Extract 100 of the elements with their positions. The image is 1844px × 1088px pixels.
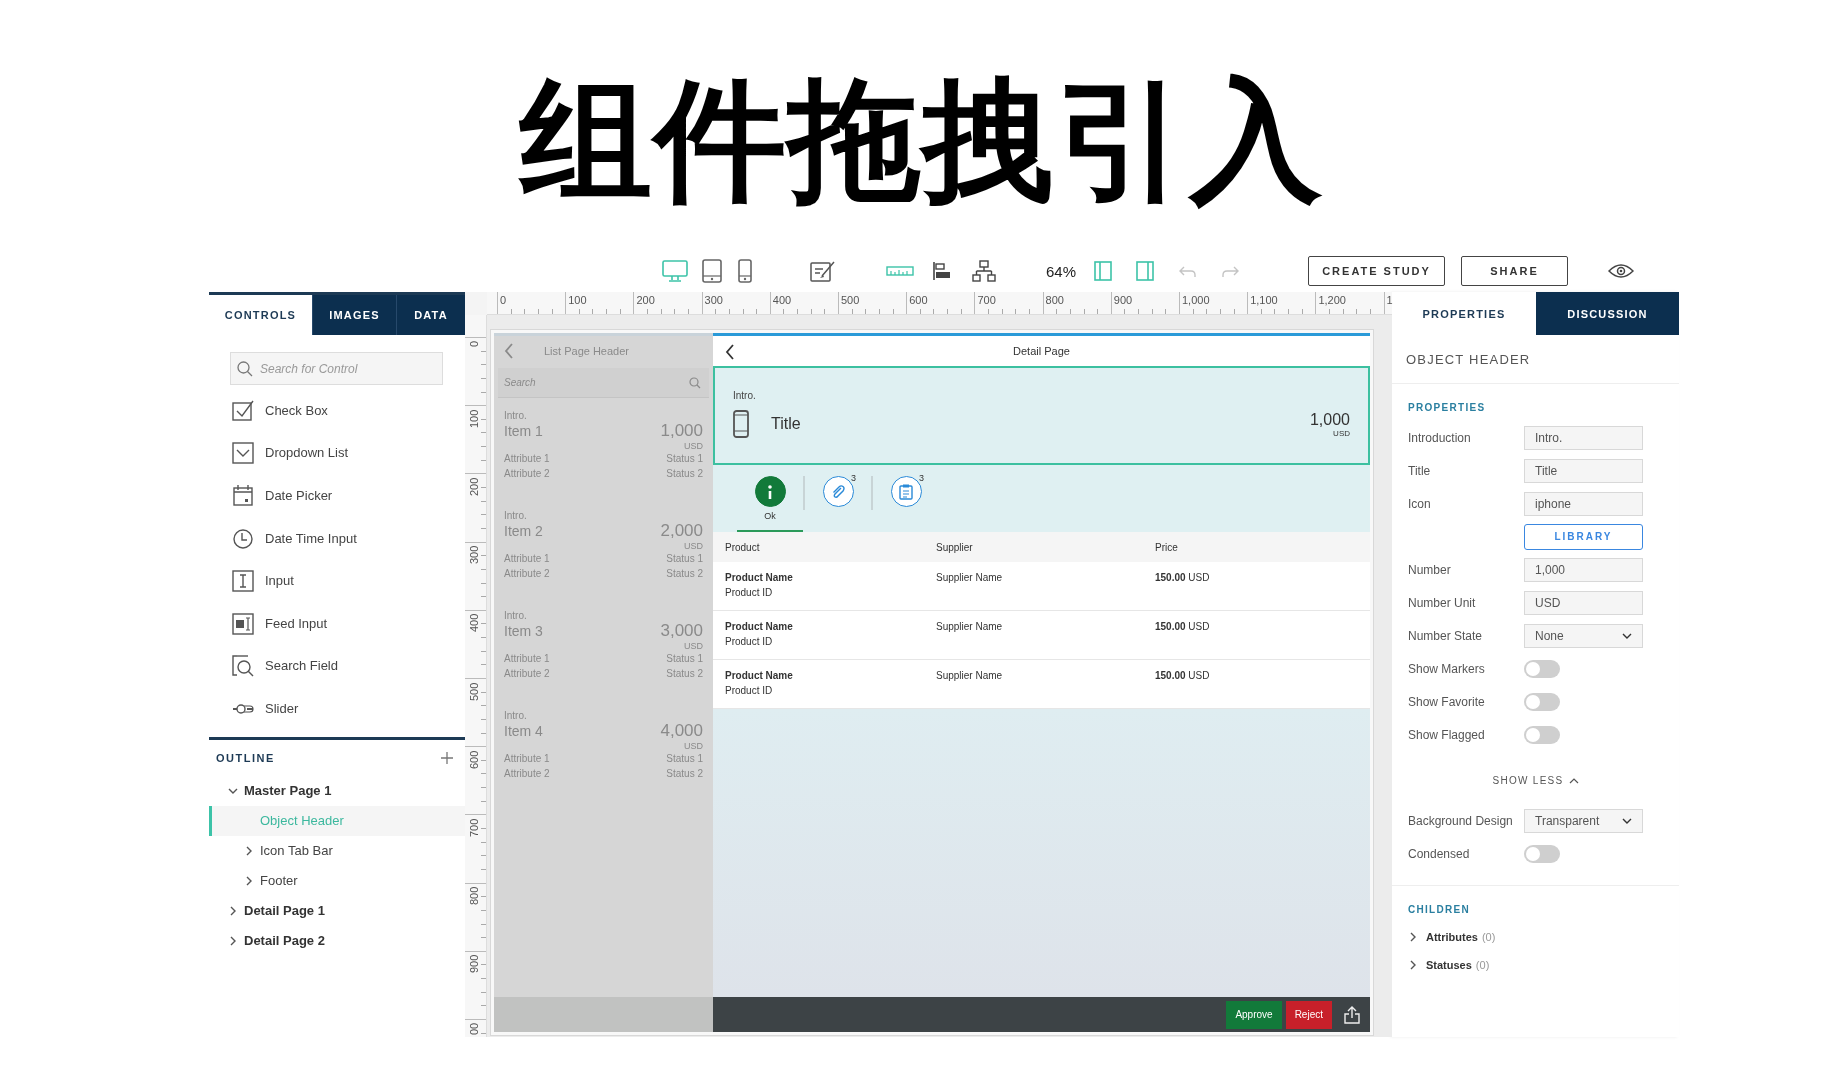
control-item[interactable]: Date Picker — [209, 474, 465, 517]
field-label: Number Unit — [1408, 595, 1477, 610]
ruler-label: 0 — [500, 294, 507, 306]
field-label: Number State — [1408, 628, 1484, 643]
ruler-label: 0 — [468, 341, 480, 348]
outline-item[interactable]: Master Page 1 — [209, 775, 465, 806]
panel-tab[interactable]: DATA — [396, 295, 465, 335]
search-icon — [237, 361, 253, 377]
outline-item[interactable]: Detail Page 2 — [209, 925, 465, 956]
chevron-right-icon — [244, 845, 254, 856]
toggle-switch[interactable] — [1524, 725, 1560, 744]
input-field[interactable]: Title — [1524, 458, 1643, 483]
checkbox-icon — [232, 398, 254, 422]
table-cell-text: Supplier Name — [936, 621, 1004, 632]
input-field[interactable]: Intro. — [1524, 425, 1643, 450]
icon-tab[interactable]: 3 — [805, 476, 871, 532]
clock-icon — [232, 526, 254, 550]
panel-heading: OBJECT HEADER — [1392, 335, 1679, 384]
create-study-button[interactable]: CREATE STUDY — [1308, 256, 1446, 286]
item-attribute: Attribute 1 — [504, 752, 550, 766]
panel-tab[interactable]: DISCUSSION — [1536, 292, 1679, 335]
reject-button[interactable]: Reject — [1285, 1000, 1332, 1029]
outline-item[interactable]: Icon Tab Bar — [209, 835, 465, 866]
phone-icon[interactable] — [738, 259, 752, 283]
control-item[interactable]: Feed Input — [209, 601, 465, 645]
control-item[interactable]: Search Field — [209, 644, 465, 688]
control-item[interactable]: Slider — [209, 687, 465, 730]
item-unit: USD — [684, 741, 703, 751]
calendar-icon — [232, 484, 254, 507]
chevron-up-icon — [1568, 776, 1579, 784]
control-item[interactable]: Dropdown List — [209, 431, 465, 475]
column-header: Price — [1155, 541, 1179, 553]
search-field[interactable]: Search — [498, 368, 709, 398]
item-attribute: Attribute 1 — [504, 552, 550, 566]
price-cell-text: 150.00 USD — [1155, 670, 1211, 681]
control-item[interactable]: Check Box — [209, 389, 465, 432]
field-label: Show Flagged — [1408, 727, 1486, 742]
header-intro: Intro. — [733, 390, 757, 401]
ruler-label: 600 — [909, 294, 928, 306]
item-unit: USD — [684, 641, 703, 651]
outline-item[interactable]: Detail Page 1 — [209, 895, 465, 926]
item-status: Status 1 — [666, 452, 703, 466]
share-button[interactable]: SHARE — [1461, 256, 1569, 286]
ruler-label: 900 — [468, 955, 480, 974]
search-icon — [689, 377, 701, 389]
outline-item[interactable]: Footer — [209, 865, 465, 896]
field-label: Condensed — [1408, 846, 1471, 861]
feed-input-icon — [232, 611, 254, 635]
control-item[interactable]: Date Time Input — [209, 516, 465, 560]
section-title: PROPERTIES — [1407, 401, 1487, 415]
select-field[interactable]: None — [1524, 623, 1643, 648]
monitor-icon[interactable] — [662, 260, 688, 282]
panel-tab[interactable]: PROPERTIES — [1392, 292, 1536, 335]
left-panel-icon[interactable] — [1094, 261, 1113, 281]
right-panel-icon[interactable] — [1136, 261, 1155, 281]
item-attribute: Attribute 1 — [504, 652, 550, 666]
align-left-icon — [932, 261, 952, 281]
product-id: Product ID — [725, 587, 774, 598]
ruler-label: 500 — [468, 682, 480, 701]
item-status: Status 1 — [666, 752, 703, 766]
zoom-level: 64% — [1046, 262, 1077, 280]
ruler-label: 400 — [468, 614, 480, 633]
item-intro: Intro. — [504, 610, 528, 621]
item-title: Item 2 — [504, 523, 543, 539]
item-number: 2,000 — [660, 521, 703, 541]
show-less-link[interactable]: SHOW LESS — [1392, 763, 1679, 797]
column-header: Supplier — [936, 541, 974, 553]
input-field[interactable]: 1,000 — [1524, 557, 1643, 582]
panel-tab[interactable]: IMAGES — [312, 295, 396, 335]
ruler-label: 500 — [841, 294, 860, 306]
control-item[interactable]: Input — [209, 559, 465, 602]
item-number: 4,000 — [660, 721, 703, 741]
field-label: Show Markers — [1408, 661, 1486, 676]
ruler-label: 600 — [468, 750, 480, 769]
back-icon — [504, 343, 514, 359]
child-item[interactable]: Statuses (0) — [1392, 951, 1679, 979]
price-cell-text: 150.00 USD — [1155, 621, 1211, 632]
child-item[interactable]: Attributes (0) — [1392, 923, 1679, 951]
tablet-icon[interactable] — [702, 259, 722, 283]
slide-title: 组件拖拽引入 — [517, 65, 1325, 215]
select-field[interactable]: Transparent — [1524, 808, 1643, 833]
object-header[interactable]: Intro. Title 1,000 USD — [713, 366, 1370, 465]
input-field[interactable]: USD — [1524, 590, 1643, 615]
approve-button[interactable]: Approve — [1226, 1000, 1282, 1029]
product-id: Product ID — [725, 636, 774, 647]
eye-icon — [1608, 263, 1635, 279]
search-field[interactable]: Search for Control — [230, 352, 443, 385]
item-attribute: Attribute 2 — [504, 767, 550, 781]
icon-tab[interactable]: Ok — [737, 476, 803, 532]
item-unit: USD — [684, 441, 703, 451]
item-unit: USD — [684, 541, 703, 551]
toggle-switch[interactable] — [1524, 844, 1560, 863]
toggle-switch[interactable] — [1524, 692, 1560, 711]
toggle-switch[interactable] — [1524, 659, 1560, 678]
icon-tab[interactable]: 3 — [873, 476, 939, 532]
item-status: Status 1 — [666, 552, 703, 566]
item-status: Status 2 — [666, 767, 703, 781]
input-field[interactable]: iphone — [1524, 491, 1643, 516]
library-button[interactable]: LIBRARY — [1524, 523, 1643, 550]
search-field-icon — [232, 654, 254, 678]
